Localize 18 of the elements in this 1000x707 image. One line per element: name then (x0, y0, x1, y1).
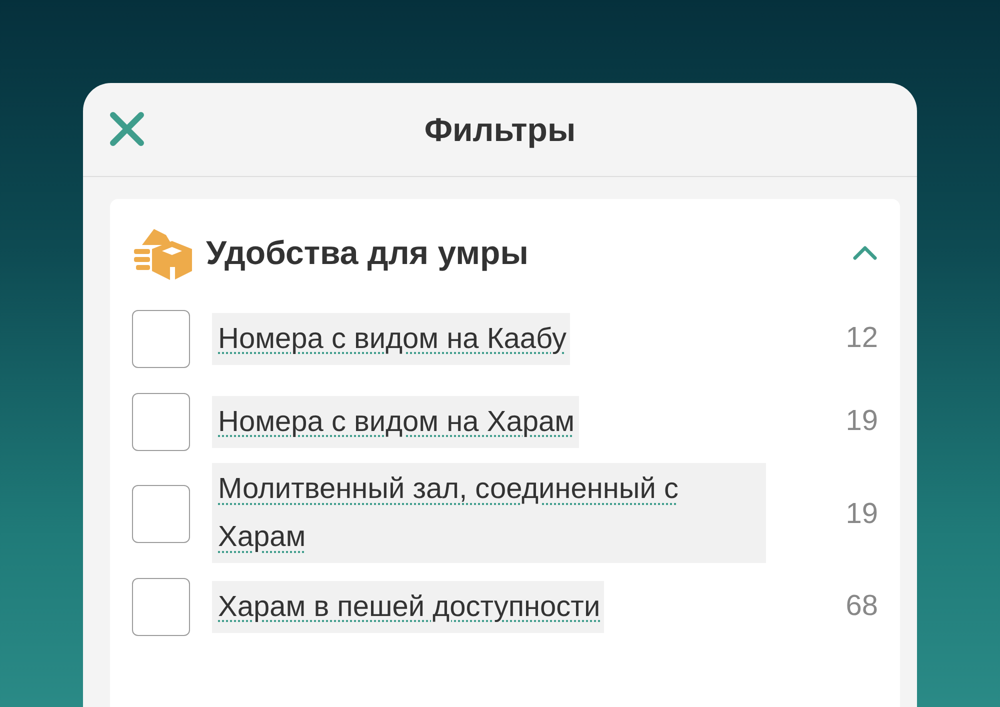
checkbox[interactable] (132, 392, 190, 450)
option-count: 68 (846, 590, 878, 623)
option-count: 12 (846, 322, 878, 355)
option-count: 19 (846, 498, 878, 530)
option-label[interactable]: Харам в пешей доступности (212, 580, 604, 632)
collapse-toggle[interactable] (852, 245, 878, 261)
checkbox[interactable] (132, 578, 190, 636)
option-label[interactable]: Номера с видом на Каабу (212, 312, 570, 364)
option-count: 19 (846, 405, 878, 438)
checkbox[interactable] (132, 310, 190, 368)
checkbox[interactable] (132, 485, 190, 543)
section-title: Удобства для умры (206, 234, 530, 272)
chevron-icon (852, 245, 878, 261)
close-icon (109, 111, 145, 147)
option-label[interactable]: Номера с видом на Харам (212, 396, 579, 448)
panel-title: Фильтры (424, 110, 576, 148)
option-label[interactable]: Молитвенный зал, соединенный с Харам (212, 463, 766, 563)
close-button[interactable] (109, 111, 145, 147)
